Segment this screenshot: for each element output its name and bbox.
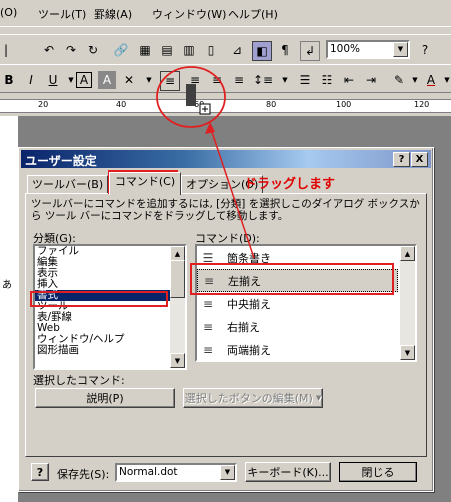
annotation-layer [156,66,255,259]
category-highlight-box [30,291,168,307]
tab-commands[interactable]: コマンド(C) [109,172,181,195]
drag-arrow-line [209,125,255,259]
drag-annotation-text: ドラッグします [244,177,336,192]
drag-cursor-icon [186,84,196,106]
command-highlight-box [190,263,394,295]
